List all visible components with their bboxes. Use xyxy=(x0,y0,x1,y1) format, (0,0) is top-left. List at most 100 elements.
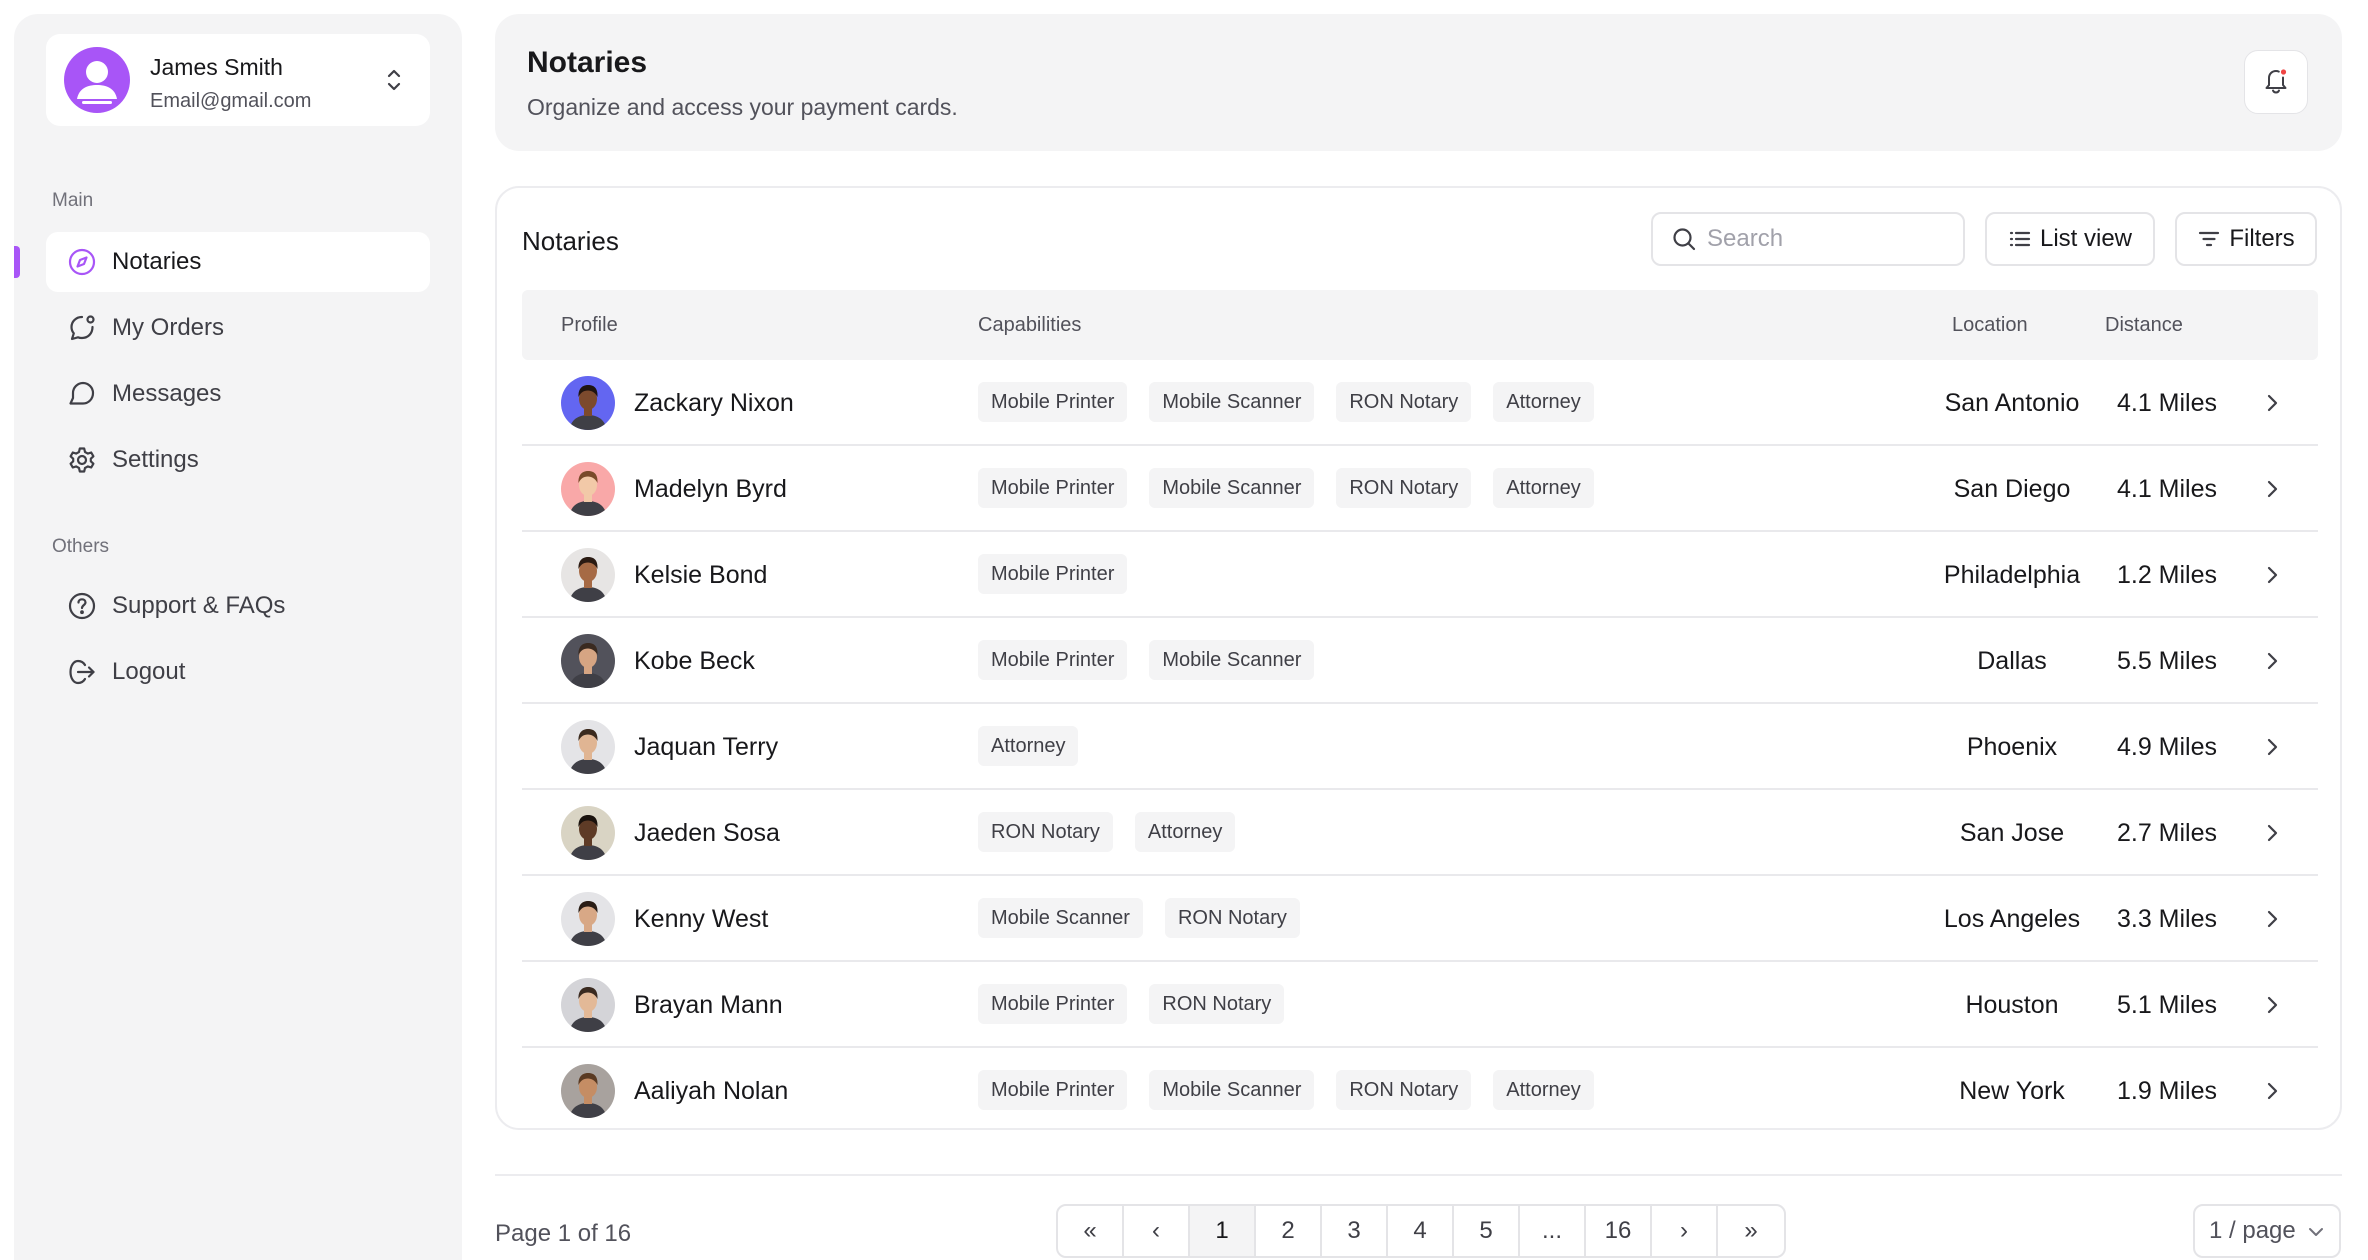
capability-badge: RON Notary xyxy=(978,812,1113,852)
capability-badge: RON Notary xyxy=(1336,468,1472,508)
notary-distance: 4.1 Miles xyxy=(2116,389,2218,417)
avatar xyxy=(561,462,615,516)
notary-location: Houston xyxy=(1965,991,2059,1019)
per-page-value: 1 / page xyxy=(2209,1217,2296,1244)
list-view-label: List view xyxy=(2039,225,2133,252)
column-header-distance: Distance xyxy=(2105,314,2183,336)
chevron-right-icon[interactable] xyxy=(2256,903,2288,935)
capabilities-list: Mobile Scanner RON Notary xyxy=(978,898,1300,938)
page-button-1[interactable]: 1 xyxy=(1190,1206,1256,1256)
last-page-button[interactable]: » xyxy=(1718,1206,1784,1256)
table-row[interactable]: Madelyn Byrd Mobile Printer Mobile Scanner… xyxy=(522,446,2318,532)
capability-badge: Mobile Printer xyxy=(978,554,1128,594)
user-avatar xyxy=(64,47,130,113)
capabilities-list: Mobile Printer Mobile Scanner RON Notary At… xyxy=(978,382,1594,422)
table-row[interactable]: Zackary Nixon Mobile Printer Mobile Scanne… xyxy=(522,360,2318,446)
chevron-right-icon[interactable] xyxy=(2256,1075,2288,1107)
page-button-4[interactable]: 4 xyxy=(1388,1206,1454,1256)
list-icon xyxy=(2008,227,2032,251)
capabilities-list: Mobile Printer RON Notary xyxy=(978,984,1285,1024)
chevron-right-icon[interactable] xyxy=(2256,387,2288,419)
capability-badge: Attorney xyxy=(1134,812,1236,852)
bell-icon xyxy=(2260,64,2292,101)
page-button-3[interactable]: 3 xyxy=(1322,1206,1388,1256)
sidebar-item-notaries[interactable]: Notaries xyxy=(46,232,430,292)
capabilities-list: Mobile Printer Mobile Scanner xyxy=(978,640,1315,680)
column-header-profile: Profile xyxy=(561,314,618,336)
capability-badge: Mobile Scanner xyxy=(1149,1070,1315,1110)
table-row[interactable]: Brayan Mann Mobile Printer RON Notary Houst… xyxy=(522,962,2318,1048)
page-subtitle: Organize and access your payment cards. xyxy=(527,94,958,120)
chevron-right-icon[interactable] xyxy=(2256,731,2288,763)
table-row[interactable]: Kobe Beck Mobile Printer Mobile Scanner Dal… xyxy=(522,618,2318,704)
notary-name: Kenny West xyxy=(634,905,769,933)
chevron-right-icon[interactable] xyxy=(2256,473,2288,505)
table-row[interactable]: Jaquan Terry Attorney Phoenix 4.9 Miles xyxy=(522,704,2318,790)
notary-location: San Jose xyxy=(1959,819,2065,847)
page-button-16[interactable]: 16 xyxy=(1586,1206,1652,1256)
sidebar-item-messages[interactable]: Messages xyxy=(46,364,430,424)
table-row[interactable]: Kelsie Bond Mobile Printer Philadelphia 1.2… xyxy=(522,532,2318,618)
sidebar-item-label: Support & FAQs xyxy=(112,592,286,619)
notifications-button[interactable] xyxy=(2244,50,2308,114)
notary-location: Los Angeles xyxy=(1943,905,2081,933)
sidebar-item-settings[interactable]: Settings xyxy=(46,430,430,490)
filters-button[interactable]: Filters xyxy=(2175,212,2317,266)
chevron-right-icon[interactable] xyxy=(2256,817,2288,849)
capability-badge: RON Notary xyxy=(1336,382,1472,422)
avatar xyxy=(561,892,615,946)
notary-location: New York xyxy=(1959,1077,2065,1105)
sidebar-item-logout[interactable]: Logout xyxy=(46,642,430,702)
notaries-table-card: Notaries List view Filters Profile Ca xyxy=(495,186,2342,1130)
capability-badge: RON Notary xyxy=(1336,1070,1472,1110)
capability-badge: Attorney xyxy=(1493,1070,1594,1110)
notary-name: Zackary Nixon xyxy=(634,389,794,417)
capability-badge: Mobile Printer xyxy=(978,382,1128,422)
sidebar-item-label: My Orders xyxy=(112,314,225,341)
capabilities-list: RON Notary Attorney xyxy=(978,812,1236,852)
list-view-button[interactable]: List view xyxy=(1985,212,2155,266)
capabilities-list: Attorney xyxy=(978,726,1079,766)
page-ellipsis: ... xyxy=(1520,1206,1586,1256)
sidebar-item-my-orders[interactable]: My Orders xyxy=(46,298,430,358)
notary-distance: 5.5 Miles xyxy=(2116,647,2218,675)
active-indicator xyxy=(14,246,20,278)
pagination: « ‹ 1 2 3 4 5 ... 16 › » xyxy=(1056,1204,1786,1258)
first-page-button[interactable]: « xyxy=(1058,1206,1124,1256)
notary-distance: 2.7 Miles xyxy=(2116,819,2218,847)
table-row[interactable]: Jaeden Sosa RON Notary Attorney San Jose 2.7… xyxy=(522,790,2318,876)
notary-name: Aaliyah Nolan xyxy=(634,1077,789,1105)
sidebar-item-support[interactable]: Support & FAQs xyxy=(46,576,430,636)
per-page-select[interactable]: 1 / page xyxy=(2193,1204,2341,1258)
sidebar-item-label: Notaries xyxy=(112,248,202,275)
capability-badge: Mobile Scanner xyxy=(1149,468,1315,508)
chevron-right-icon[interactable] xyxy=(2256,989,2288,1021)
user-switcher[interactable]: James Smith Email@gmail.com xyxy=(46,34,430,126)
prev-page-button[interactable]: ‹ xyxy=(1124,1206,1190,1256)
table-row[interactable]: Kenny West Mobile Scanner RON Notary Los An… xyxy=(522,876,2318,962)
avatar xyxy=(561,720,615,774)
message-icon xyxy=(66,378,98,410)
next-page-button[interactable]: › xyxy=(1652,1206,1718,1256)
capability-badge: Mobile Scanner xyxy=(978,898,1143,938)
notary-name: Jaquan Terry xyxy=(634,733,779,761)
chevron-right-icon[interactable] xyxy=(2256,645,2288,677)
capabilities-list: Mobile Printer Mobile Scanner RON Notary At… xyxy=(978,1070,1594,1110)
table-row[interactable]: Aaliyah Nolan Mobile Printer Mobile Scanne… xyxy=(522,1048,2318,1134)
avatar xyxy=(561,548,615,602)
notary-name: Jaeden Sosa xyxy=(634,819,780,847)
notary-distance: 4.1 Miles xyxy=(2116,475,2218,503)
notary-distance: 1.2 Miles xyxy=(2116,561,2218,589)
capability-badge: RON Notary xyxy=(1164,898,1300,938)
table-title: Notaries xyxy=(522,226,619,256)
search-box[interactable] xyxy=(1651,212,1965,266)
sidebar-item-label: Logout xyxy=(112,658,186,685)
chevron-right-icon[interactable] xyxy=(2256,559,2288,591)
notary-location: San Diego xyxy=(1953,475,2071,503)
page-button-2[interactable]: 2 xyxy=(1256,1206,1322,1256)
search-input[interactable] xyxy=(1707,225,1947,253)
chevron-up-down-icon[interactable] xyxy=(376,62,412,98)
page-button-5[interactable]: 5 xyxy=(1454,1206,1520,1256)
notary-distance: 1.9 Miles xyxy=(2116,1077,2218,1105)
column-header-location: Location xyxy=(1952,314,2028,336)
